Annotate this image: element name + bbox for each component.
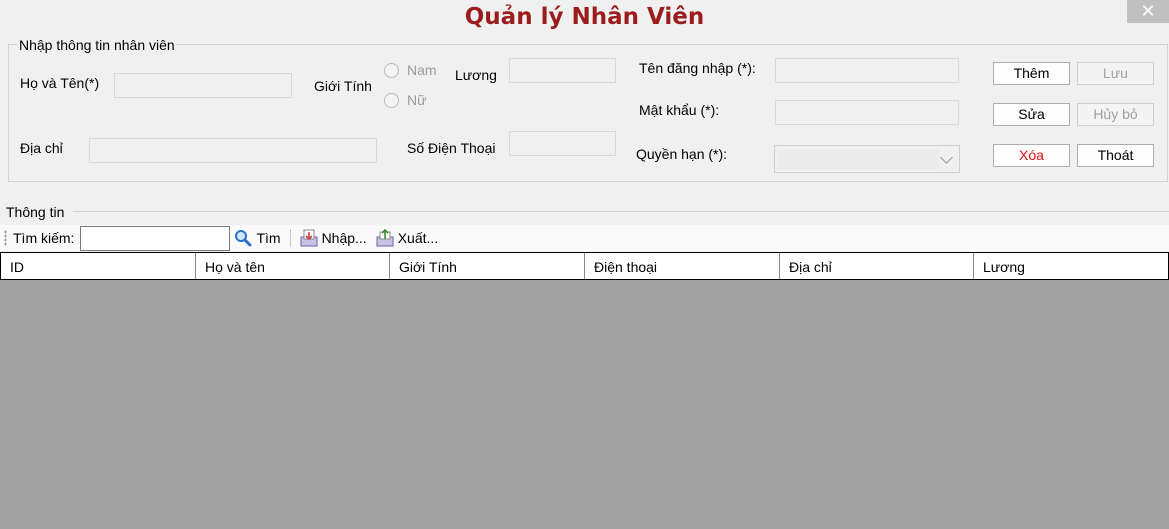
password-field[interactable] [775,100,959,125]
column-header-gender[interactable]: Giới Tính [390,253,585,279]
add-button[interactable]: Thêm [993,62,1070,85]
export-button-label: Xuất... [397,230,439,246]
close-icon: ✕ [1140,1,1156,21]
radio-circle [384,62,399,78]
column-header-address[interactable]: Địa chỉ [780,253,974,279]
toolbar-separator [289,229,291,247]
close-button[interactable]: ✕ [1127,0,1169,23]
find-button[interactable]: Tìm [234,229,281,247]
address-label: Địa chỉ [20,140,63,156]
search-input[interactable] [80,225,231,251]
chevron-down-icon [940,151,953,164]
column-header-salary[interactable]: Lương [974,253,1168,279]
gender-radio-female[interactable]: Nữ [384,92,426,108]
info-section-label: Thông tin [6,204,65,220]
search-icon [235,230,252,247]
exit-button[interactable]: Thoát [1077,144,1154,167]
radio-circle [384,92,399,108]
phone-label: Số Điện Thoại [407,140,496,156]
role-value [778,149,939,169]
toolbar-grip[interactable] [4,230,7,246]
search-label: Tìm kiếm: [13,230,75,246]
employee-table[interactable]: ID Họ và tên Giới Tính Điện thoại Địa ch… [0,252,1169,529]
edit-button[interactable]: Sửa [993,103,1070,126]
info-section-divider [73,211,1169,212]
column-header-name[interactable]: Họ và tên [196,253,390,279]
import-icon [300,229,318,247]
role-select[interactable] [774,145,960,173]
fullname-label: Họ và Tên(*) [20,75,100,91]
column-header-id[interactable]: ID [1,253,196,279]
username-field[interactable] [775,58,959,83]
address-field[interactable] [89,138,377,163]
cancel-button[interactable]: Hủy bỏ [1077,103,1154,126]
search-toolbar: Tìm kiếm: Tìm Nhập... Xuất... [0,225,1169,251]
column-header-phone[interactable]: Điện thoại [585,253,780,279]
employee-input-legend: Nhập thông tin nhân viên [18,37,176,53]
gender-option-male: Nam [407,62,437,78]
save-button[interactable]: Lưu [1077,62,1154,85]
export-button[interactable]: Xuất... [376,229,438,247]
find-button-label: Tìm [256,230,281,246]
gender-radio-male[interactable]: Nam [384,62,437,78]
import-button[interactable]: Nhập... [300,229,367,247]
phone-field[interactable] [509,131,616,156]
password-label: Mật khẩu (*): [639,102,720,118]
salary-field[interactable] [509,58,616,83]
export-icon [376,229,394,247]
salary-label: Lương [455,67,497,83]
role-label: Quyền hạn (*): [636,146,728,162]
import-button-label: Nhập... [321,230,367,246]
gender-label: Giới Tính [314,78,372,94]
table-header: ID Họ và tên Giới Tính Điện thoại Địa ch… [0,252,1169,280]
fullname-field[interactable] [114,73,292,98]
gender-option-female: Nữ [407,92,427,108]
window-title: Quản lý Nhân Viên [464,4,705,30]
username-label: Tên đăng nhập (*): [639,60,756,76]
delete-button[interactable]: Xóa [993,144,1070,167]
